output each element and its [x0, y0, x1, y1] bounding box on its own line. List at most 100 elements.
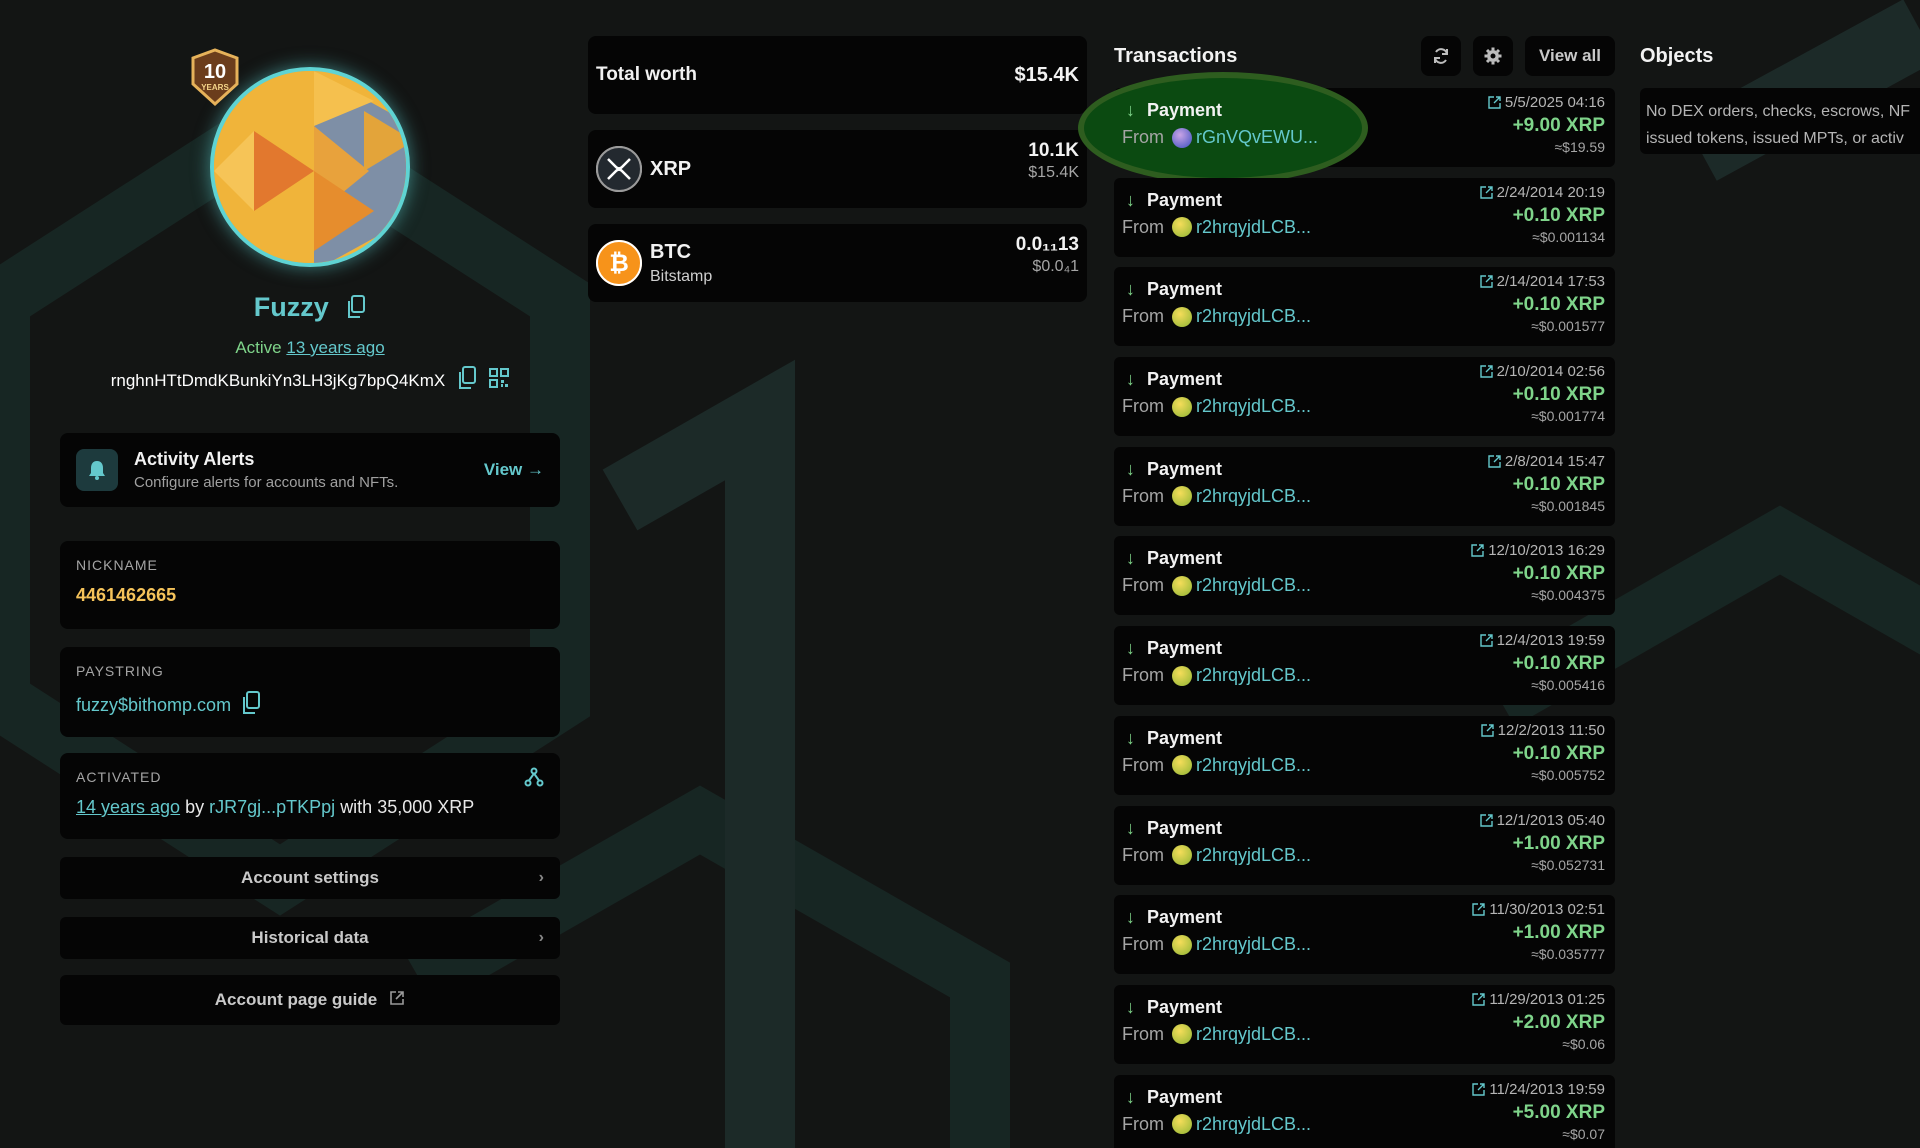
- transaction-type: Payment: [1147, 189, 1223, 210]
- transaction-row[interactable]: ↓ Payment From r2hrqyjdLCB... 2/10/2014 02:5…: [1114, 357, 1615, 437]
- transaction-type: Payment: [1147, 458, 1223, 479]
- asset-issuer: Bitstamp: [650, 267, 713, 285]
- profile-name: Fuzzy: [253, 292, 329, 322]
- account-avatar-icon: [1172, 217, 1192, 238]
- activity-alerts-card: Activity Alerts Configure alerts for acc…: [60, 433, 560, 507]
- arrow-down-icon: ↓: [1126, 727, 1135, 748]
- objects-empty-message: No DEX orders, checks, escrows, NF issue…: [1640, 88, 1920, 154]
- chevron-right-icon: ›: [538, 869, 544, 886]
- transaction-account-link[interactable]: r2hrqyjdLCB...: [1196, 755, 1311, 776]
- transaction-account-link[interactable]: r2hrqyjdLCB...: [1196, 934, 1311, 955]
- refresh-icon: [1433, 48, 1448, 64]
- from-label: From: [1122, 485, 1164, 506]
- activated-account-link[interactable]: rJR7gj...pTKPpj: [209, 797, 335, 817]
- arrow-down-icon: ↓: [1126, 907, 1135, 928]
- transaction-row[interactable]: ↓ Payment From r2hrqyjdLCB... 12/4/2013 19:5…: [1114, 626, 1615, 706]
- transaction-type: Payment: [1147, 907, 1223, 928]
- transaction-account-link[interactable]: r2hrqyjdLCB...: [1196, 845, 1311, 866]
- copy-icon[interactable]: [346, 295, 366, 326]
- activated-by: by: [185, 797, 205, 817]
- transaction-account-link[interactable]: r2hrqyjdLCB...: [1196, 1024, 1311, 1045]
- active-status: Active 13 years ago: [60, 338, 560, 358]
- transaction-account-link[interactable]: rGnVQvEWU...: [1196, 127, 1318, 148]
- nickname-label: NICKNAME: [76, 557, 158, 573]
- arrow-down-icon: ↓: [1126, 996, 1135, 1017]
- asset-name: XRP: [650, 157, 692, 180]
- account-settings-button[interactable]: Account settings ›: [60, 857, 560, 899]
- transaction-row[interactable]: ↓ Payment From r2hrqyjdLCB... 11/29/2013 01:…: [1114, 984, 1615, 1064]
- settings-button[interactable]: [1472, 36, 1513, 76]
- account-address: rnghnHTtDmdKBunkiYn3LH3jKg7bpQ4KmX: [110, 370, 446, 390]
- arrow-down-icon: ↓: [1126, 817, 1135, 838]
- view-all-button[interactable]: View all: [1524, 36, 1615, 76]
- qr-code-icon[interactable]: [489, 368, 510, 393]
- transaction-row[interactable]: ↓ Payment From r2hrqyjdLCB... 2/14/2014 17:5…: [1114, 267, 1615, 347]
- transaction-row[interactable]: ↓ Payment From r2hrqyjdLCB... 12/1/2013 05:4…: [1114, 805, 1615, 885]
- objects-line-2: issued tokens, issued MPTs, or activ: [1646, 130, 1904, 147]
- transaction-type: Payment: [1147, 548, 1223, 569]
- transaction-type: Payment: [1147, 1086, 1223, 1107]
- transaction-row[interactable]: ↓ Payment From rGnVQvEWU... 5/5/2025 04:16 +9…: [1078, 72, 1615, 184]
- transactions-title: Transactions: [1114, 44, 1238, 67]
- objects-column: Objects No DEX orders, checks, escrows, …: [1640, 36, 1920, 154]
- transaction-row[interactable]: ↓ Payment From r2hrqyjdLCB... 12/2/2013 11:5…: [1114, 715, 1615, 795]
- account-avatar-icon: [1172, 755, 1192, 776]
- transaction-type: Payment: [1147, 817, 1223, 838]
- alerts-view-link[interactable]: View →: [484, 460, 544, 480]
- account-avatar-icon: [1172, 486, 1192, 507]
- transaction-row[interactable]: ↓ Payment From r2hrqyjdLCB... 11/30/2013 02:…: [1114, 895, 1615, 975]
- refresh-button[interactable]: [1420, 36, 1461, 76]
- from-label: From: [1122, 127, 1164, 147]
- from-label: From: [1122, 1113, 1164, 1134]
- transactions-column: Transactions View all ↓ Payment From rGnVQv…: [1078, 36, 1615, 1148]
- nickname-value: 4461462665: [76, 585, 177, 605]
- activated-ago-link[interactable]: 14 years ago: [76, 797, 180, 817]
- copy-address-icon[interactable]: [457, 366, 477, 395]
- transactions-list: ↓ Payment From rGnVQvEWU... 5/5/2025 04:16 +9…: [1078, 72, 1615, 1148]
- nickname-card: NICKNAME 4461462665: [60, 541, 560, 629]
- asset-row-xrp[interactable]: XRP 10.1K $15.4K: [588, 130, 1087, 208]
- profile-name-row: Fuzzy: [60, 292, 560, 326]
- xrp-icon: [596, 146, 642, 192]
- transaction-account-link[interactable]: r2hrqyjdLCB...: [1196, 665, 1311, 686]
- from-label: From: [1122, 306, 1164, 327]
- total-worth-label: Total worth: [596, 64, 697, 85]
- transaction-account-link[interactable]: r2hrqyjdLCB...: [1196, 1114, 1311, 1135]
- paystring-value[interactable]: fuzzy$bithomp.com: [76, 695, 231, 716]
- transactions-header: Transactions View all: [1114, 36, 1615, 76]
- bitcoin-icon: ₿: [596, 240, 642, 286]
- objects-title: Objects: [1640, 44, 1714, 67]
- account-avatar-icon: [1172, 665, 1192, 686]
- transaction-row[interactable]: ↓ Payment From r2hrqyjdLCB... 12/10/2013 16:…: [1114, 536, 1615, 616]
- arrow-down-icon: ↓: [1126, 638, 1135, 659]
- address-row: rnghnHTtDmdKBunkiYn3LH3jKg7bpQ4KmX: [60, 366, 560, 395]
- transaction-row[interactable]: ↓ Payment From r2hrqyjdLCB... 2/24/2014 20:1…: [1114, 177, 1615, 257]
- activated-with: with 35,000 XRP: [340, 797, 475, 817]
- account-guide-button[interactable]: Account page guide: [60, 975, 560, 1025]
- asset-row-btc[interactable]: ₿ BTC Bitstamp 0.0₁₁13 $0.0₄1: [588, 224, 1087, 302]
- copy-paystring-icon[interactable]: [241, 691, 261, 720]
- transaction-row[interactable]: ↓ Payment From r2hrqyjdLCB... 2/8/2014 15:47…: [1114, 446, 1615, 526]
- alerts-subtitle: Configure alerts for accounts and NFTs.: [134, 474, 399, 491]
- paystring-label: PAYSTRING: [76, 663, 164, 679]
- transaction-account-link[interactable]: r2hrqyjdLCB...: [1196, 396, 1311, 417]
- account-avatar-icon: [1172, 1024, 1192, 1045]
- historical-data-button[interactable]: Historical data ›: [60, 917, 560, 959]
- tree-icon[interactable]: [524, 767, 544, 792]
- transaction-row[interactable]: ↓ Payment From r2hrqyjdLCB... 11/24/2013 19:…: [1114, 1074, 1615, 1148]
- paystring-card: PAYSTRING fuzzy$bithomp.com: [60, 647, 560, 737]
- active-ago-link[interactable]: 13 years ago: [286, 338, 384, 357]
- gear-icon: [1484, 47, 1502, 65]
- profile-column: 10 YEARS Fuzzy Active 13 years ago rnghn…: [60, 0, 560, 1025]
- transaction-account-link[interactable]: r2hrqyjdLCB...: [1196, 575, 1311, 596]
- from-label: From: [1122, 934, 1164, 955]
- transaction-account-link[interactable]: r2hrqyjdLCB...: [1196, 306, 1311, 327]
- transaction-account-link[interactable]: r2hrqyjdLCB...: [1196, 486, 1311, 507]
- asset-usd: $0.0₄1: [1032, 258, 1079, 275]
- arrow-down-icon: ↓: [1126, 369, 1135, 390]
- arrow-down-icon: ↓: [1126, 100, 1135, 120]
- historical-data-label: Historical data: [251, 928, 369, 947]
- transaction-account-link[interactable]: r2hrqyjdLCB...: [1196, 217, 1311, 238]
- from-label: From: [1122, 1023, 1164, 1044]
- svg-text:10: 10: [204, 61, 226, 83]
